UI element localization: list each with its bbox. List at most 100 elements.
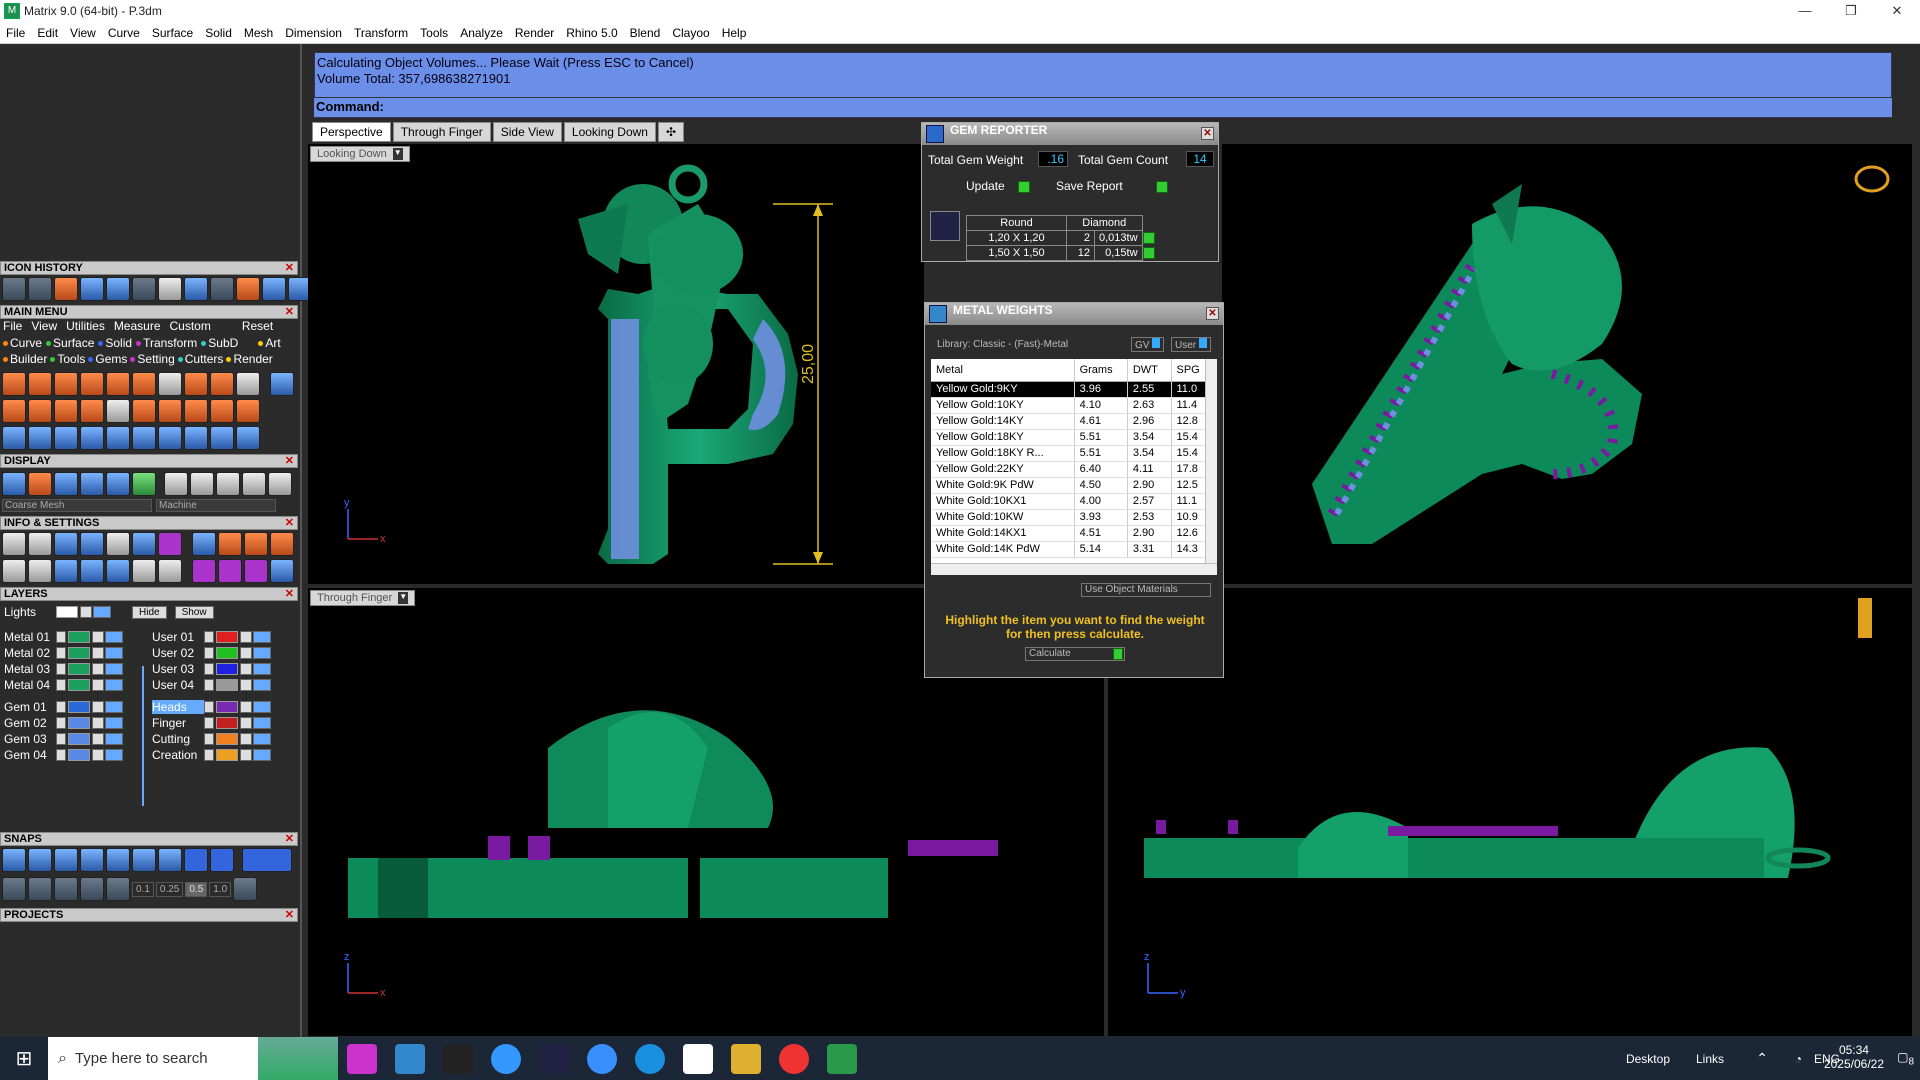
premiere-icon[interactable] xyxy=(539,1043,569,1074)
links-toolbar[interactable]: Links xyxy=(1696,1052,1724,1066)
tool-icon[interactable] xyxy=(2,426,26,450)
menu-edit[interactable]: Edit xyxy=(31,26,64,40)
search-box[interactable]: ⌕ Type here to search xyxy=(48,1037,338,1080)
layer-visibility[interactable] xyxy=(105,749,123,761)
layer-color[interactable] xyxy=(68,679,90,691)
tool-icon[interactable] xyxy=(132,559,156,583)
layer-row[interactable]: Metal 03 xyxy=(4,662,124,676)
tool-icon[interactable] xyxy=(106,426,130,450)
cat-render[interactable]: Render xyxy=(226,352,273,366)
tab-looking-down[interactable]: Looking Down xyxy=(563,122,656,142)
layer-color[interactable] xyxy=(216,717,238,729)
tool-icon[interactable] xyxy=(54,559,78,583)
menu-analyze[interactable]: Analyze xyxy=(454,26,509,40)
store-icon[interactable] xyxy=(395,1043,425,1074)
layer-expand-icon[interactable] xyxy=(56,733,66,745)
viewport-looking-down[interactable]: Looking Down ▼ 25,00 y x xyxy=(308,144,924,584)
tool-icon[interactable] xyxy=(158,277,182,301)
tool-icon[interactable] xyxy=(132,426,156,450)
tool-icon[interactable] xyxy=(236,372,260,396)
tool-icon[interactable] xyxy=(184,372,208,396)
close-icon[interactable]: ✕ xyxy=(1206,307,1219,320)
close-button[interactable]: ✕ xyxy=(1874,0,1920,22)
snap-icon[interactable] xyxy=(28,848,52,872)
tool-icon[interactable] xyxy=(54,372,78,396)
desktop-toolbar[interactable]: Desktop xyxy=(1626,1052,1670,1066)
metal-row[interactable]: White Gold:14K PdW 5.14 3.31 14.3 xyxy=(931,541,1213,558)
display-icon[interactable] xyxy=(80,472,104,496)
copilot-icon[interactable] xyxy=(347,1043,377,1074)
tool-icon[interactable] xyxy=(28,426,52,450)
lock-icon[interactable] xyxy=(240,701,252,713)
gem-reporter-header[interactable]: GEM REPORTER ✕ xyxy=(922,123,1218,145)
snap-icon[interactable] xyxy=(132,848,156,872)
menu-tools[interactable]: Tools xyxy=(414,26,454,40)
tool-icon[interactable] xyxy=(184,399,208,423)
tool-icon[interactable] xyxy=(54,277,78,301)
display-icon[interactable] xyxy=(106,472,130,496)
tool-icon[interactable] xyxy=(54,426,78,450)
snap-0-25[interactable]: 0.25 xyxy=(155,881,184,897)
lock-icon[interactable] xyxy=(240,631,252,643)
lock-icon[interactable] xyxy=(80,606,92,618)
calculate-button[interactable]: Calculate xyxy=(1025,647,1125,661)
lock-icon[interactable] xyxy=(240,679,252,691)
tool-icon[interactable] xyxy=(244,532,268,556)
layer-row[interactable]: Gem 01 xyxy=(4,700,124,714)
save-report-button[interactable]: Save Report xyxy=(1056,179,1169,193)
menu-dimension[interactable]: Dimension xyxy=(279,26,348,40)
app-icon[interactable] xyxy=(443,1043,473,1074)
display-icon[interactable] xyxy=(54,472,78,496)
close-icon[interactable]: ✕ xyxy=(285,588,294,600)
tool-icon[interactable] xyxy=(2,399,26,423)
mm-file[interactable]: File xyxy=(3,319,22,333)
metal-row[interactable]: Yellow Gold:18KY 5.51 3.54 15.4 xyxy=(931,429,1213,446)
user-button[interactable]: User xyxy=(1171,337,1211,352)
display-header[interactable]: DISPLAY ✕ xyxy=(0,454,298,468)
tray-chevron-icon[interactable]: ⌃ xyxy=(1756,1050,1768,1067)
display-icon[interactable] xyxy=(132,472,156,496)
snap-icon[interactable] xyxy=(106,848,130,872)
cat-transform[interactable]: Transform xyxy=(136,336,197,350)
mail-icon[interactable] xyxy=(491,1043,521,1074)
tool-icon[interactable] xyxy=(210,426,234,450)
cat-subd[interactable]: SubD xyxy=(201,336,238,350)
tool-icon[interactable] xyxy=(158,399,182,423)
tool-icon[interactable] xyxy=(28,399,52,423)
lock-icon[interactable] xyxy=(240,749,252,761)
tool-icon[interactable] xyxy=(2,559,26,583)
layer-visibility[interactable] xyxy=(253,717,271,729)
tool-icon[interactable] xyxy=(106,559,130,583)
layer-color[interactable] xyxy=(216,631,238,643)
col-metal[interactable]: Metal xyxy=(931,359,1075,382)
tool-icon[interactable] xyxy=(2,277,26,301)
layer-color[interactable] xyxy=(68,631,90,643)
main-menu-header[interactable]: MAIN MENU ✕ xyxy=(0,305,298,319)
cat-setting[interactable]: Setting xyxy=(130,352,175,366)
layer-row[interactable]: User 01 xyxy=(152,630,272,644)
mm-measure[interactable]: Measure xyxy=(114,319,161,333)
restore-button[interactable]: ❐ xyxy=(1828,0,1874,22)
close-icon[interactable]: ✕ xyxy=(285,909,294,921)
snap-icon[interactable] xyxy=(158,848,182,872)
layer-color[interactable] xyxy=(68,733,90,745)
layer-visibility[interactable] xyxy=(105,631,123,643)
layer-visibility[interactable] xyxy=(105,679,123,691)
tool-icon[interactable] xyxy=(192,532,216,556)
metal-row[interactable]: Yellow Gold:10KY 4.10 2.63 11.4 xyxy=(931,397,1213,414)
gem-row[interactable]: 1,50 X 1,50 12 0,15tw xyxy=(966,245,1156,261)
lock-icon[interactable] xyxy=(92,679,104,691)
snap-icon[interactable] xyxy=(184,848,208,872)
lights-toggle[interactable] xyxy=(93,606,111,618)
tool-icon[interactable] xyxy=(106,277,130,301)
snap-icon[interactable] xyxy=(106,877,130,901)
tool-icon[interactable] xyxy=(210,399,234,423)
ring-gizmo-icon[interactable] xyxy=(1854,165,1890,193)
layer-visibility[interactable] xyxy=(253,663,271,675)
tab-side-view[interactable]: Side View xyxy=(492,122,562,142)
metal-row[interactable]: Yellow Gold:14KY 4.61 2.96 12.8 xyxy=(931,413,1213,430)
snap-icon[interactable] xyxy=(28,877,52,901)
projects-header[interactable]: PROJECTS ✕ xyxy=(0,908,298,922)
tool-icon[interactable] xyxy=(210,277,234,301)
layer-visibility[interactable] xyxy=(253,631,271,643)
